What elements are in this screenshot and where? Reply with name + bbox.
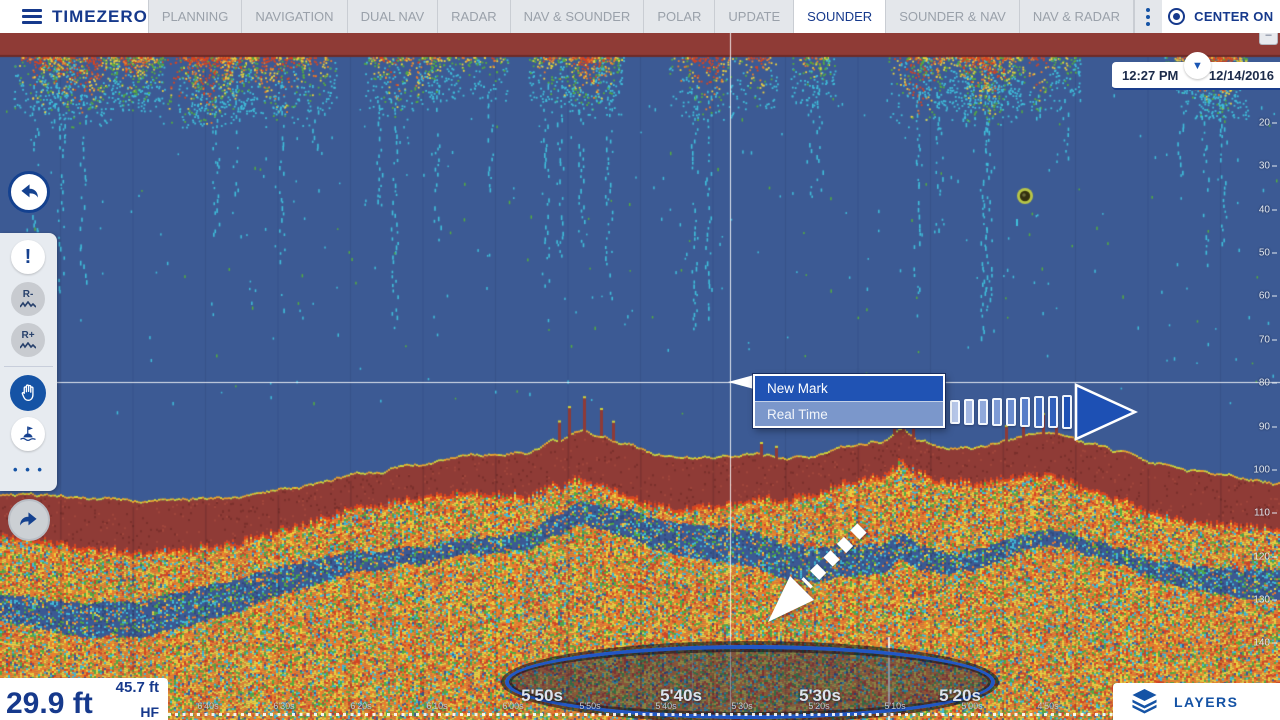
tab-dual-nav[interactable]: DUAL NAV <box>348 0 439 33</box>
redo-arrow-icon <box>16 507 42 533</box>
tab-planning[interactable]: PLANNING <box>149 0 242 33</box>
seabed-icon <box>20 301 36 308</box>
secondary-depth-value: 45.7 ft <box>116 679 159 696</box>
overflow-menu-icon[interactable] <box>1135 0 1161 33</box>
brand-area: TIMEZERO <box>0 0 148 33</box>
range-plus-button[interactable]: R+ <box>11 323 45 357</box>
tab-sounder-nav[interactable]: SOUNDER & NAV <box>886 0 1020 33</box>
tab-update[interactable]: UPDATE <box>715 0 794 33</box>
main-menu-icon[interactable] <box>22 9 42 24</box>
date-display: 12/14/2016 <box>1209 68 1274 83</box>
center-target-icon <box>1168 8 1185 25</box>
chevron-down-icon: ▼ <box>1192 60 1203 72</box>
hand-icon <box>18 383 38 403</box>
datetime-pill[interactable]: 12:27 PM 12/14/2016 ▼ <box>1112 62 1280 90</box>
undo-button[interactable] <box>8 171 50 213</box>
exclamation-icon: ! <box>25 247 32 267</box>
depth-value: 29.9 ft <box>6 687 93 720</box>
context-menu-item-new-mark[interactable]: New Mark <box>755 376 943 401</box>
tab-radar[interactable]: RADAR <box>438 0 511 33</box>
workspace-tab-strip: PLANNINGNAVIGATIONDUAL NAVRADARNAV & SOU… <box>148 0 1134 33</box>
tab-nav-sounder[interactable]: NAV & SOUNDER <box>511 0 645 33</box>
center-on-button[interactable]: CENTER ON <box>1162 0 1280 33</box>
context-menu-item-real-time[interactable]: Real Time <box>755 401 943 426</box>
seabed-icon <box>20 342 36 349</box>
range-minus-button[interactable]: R- <box>11 282 45 316</box>
layers-button[interactable]: LAYERS <box>1113 683 1280 720</box>
time-display: 12:27 PM <box>1122 68 1178 83</box>
layers-icon <box>1131 689 1158 714</box>
tab-polar[interactable]: POLAR <box>644 0 715 33</box>
datetime-dropdown-button[interactable]: ▼ <box>1184 52 1211 79</box>
context-menu: New MarkReal Time <box>753 374 945 428</box>
top-ribbon: TIMEZERO PLANNINGNAVIGATIONDUAL NAVRADAR… <box>0 0 1280 33</box>
frequency-badge: HF <box>140 704 159 720</box>
event-mark-button[interactable]: ! <box>11 240 45 274</box>
more-tools-button[interactable]: • • • <box>0 462 57 477</box>
mark-buoy-button[interactable] <box>11 417 45 451</box>
buoy-flag-icon <box>18 424 38 444</box>
context-menu-pointer <box>728 375 754 390</box>
undo-arrow-icon <box>16 179 42 205</box>
redo-button[interactable] <box>8 499 50 541</box>
timezero-app-window: TIMEZERO PLANNINGNAVIGATIONDUAL NAVRADAR… <box>0 0 1280 720</box>
app-title: TIMEZERO <box>52 7 148 27</box>
tab-sounder[interactable]: SOUNDER <box>794 0 886 33</box>
tool-panel-divider <box>4 366 53 367</box>
pan-mode-button[interactable] <box>10 375 46 411</box>
tab-navigation[interactable]: NAVIGATION <box>242 0 347 33</box>
depth-readout-box: 29.9 ft 45.7 ft HF <box>0 678 168 720</box>
sounder-echogram[interactable] <box>0 33 1280 720</box>
tab-nav-radar[interactable]: NAV & RADAR <box>1020 0 1134 33</box>
